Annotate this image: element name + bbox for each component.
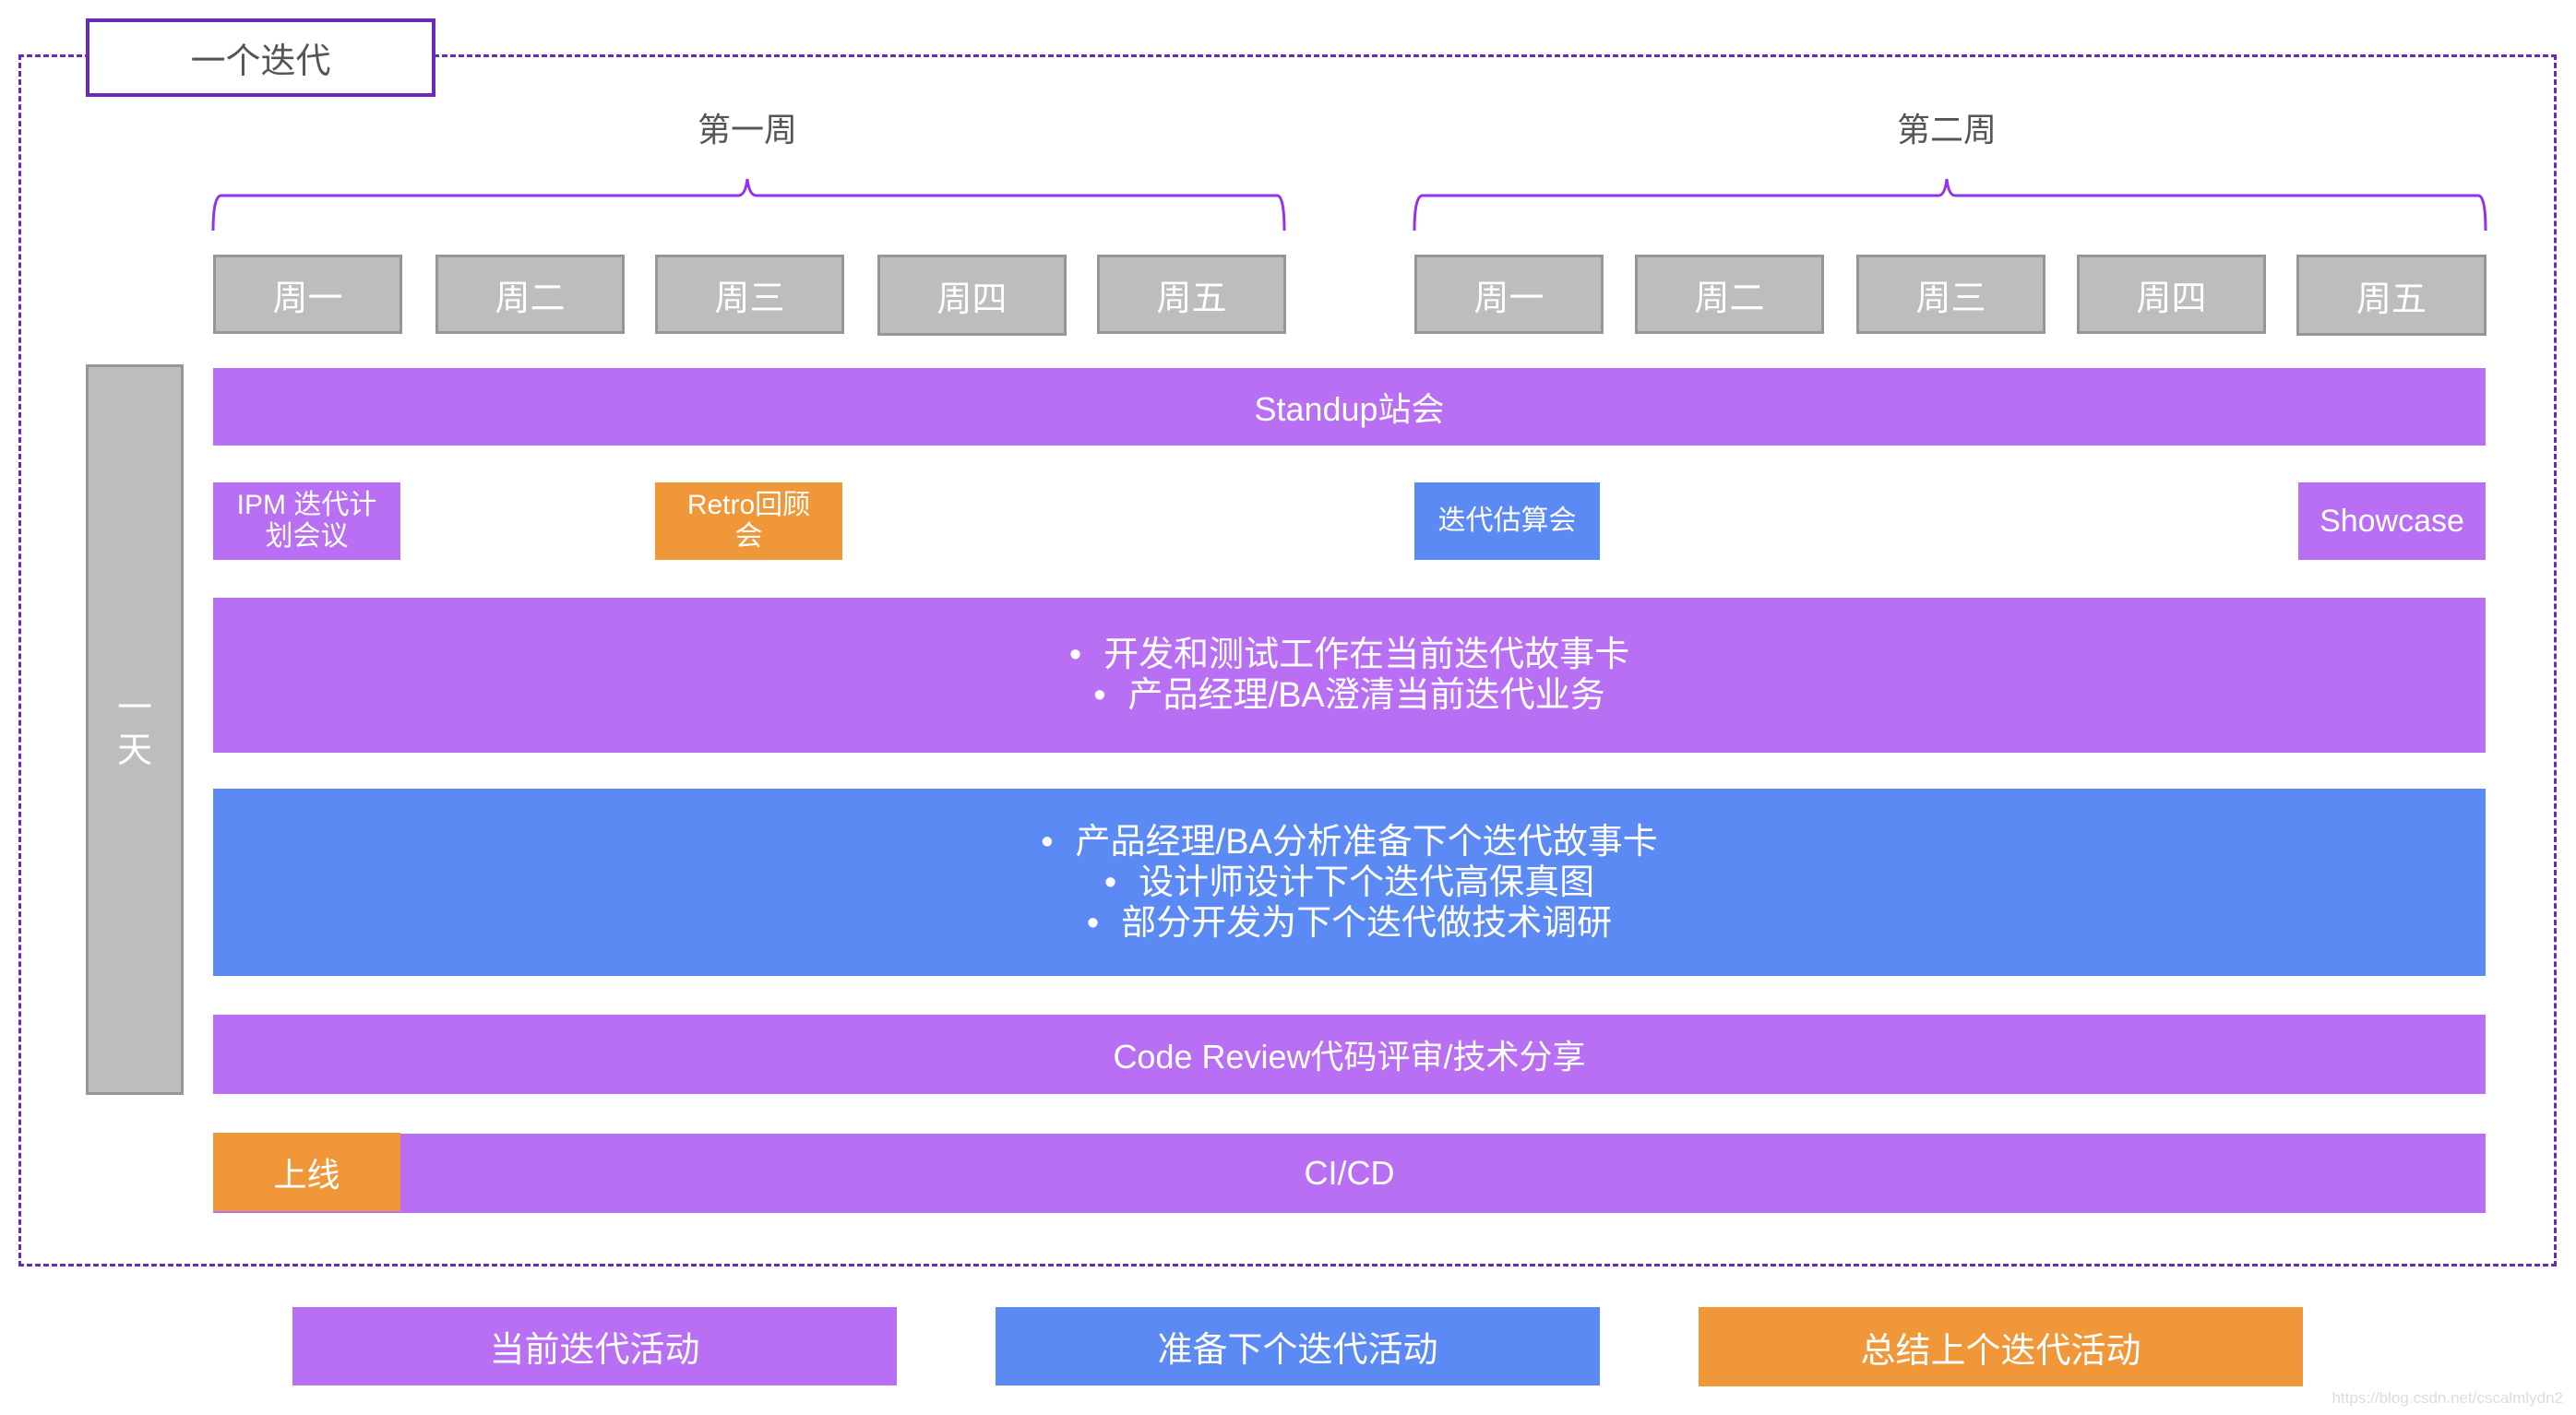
one-day-label: 一 天: [86, 364, 184, 1095]
week-braces: [211, 178, 2487, 232]
showcase-meeting: Showcase: [2298, 482, 2486, 560]
next-prep-item: 产品经理/BA分析准备下个迭代故事卡: [1041, 822, 1658, 862]
standup-band: Standup站会: [213, 368, 2486, 446]
current-work-band: 开发和测试工作在当前迭代故事卡 产品经理/BA澄清当前迭代业务: [213, 598, 2486, 753]
day-w2-wed: 周三: [1856, 255, 2045, 334]
next-prep-band: 产品经理/BA分析准备下个迭代故事卡 设计师设计下个迭代高保真图 部分开发为下个…: [213, 789, 2486, 976]
legend-next: 准备下个迭代活动: [996, 1307, 1600, 1385]
ipm-meeting: IPM 迭代计划会议: [213, 482, 400, 560]
current-work-item: 产品经理/BA澄清当前迭代业务: [1093, 675, 1605, 716]
legend-current: 当前迭代活动: [292, 1307, 897, 1385]
day-w1-tue: 周二: [435, 255, 625, 334]
day-w2-tue: 周二: [1635, 255, 1824, 334]
code-review-band: Code Review代码评审/技术分享: [213, 1015, 2486, 1094]
day-w1-thu: 周四: [877, 255, 1067, 336]
cicd-band: CI/CD: [213, 1134, 2486, 1213]
next-prep-item: 设计师设计下个迭代高保真图: [1104, 862, 1594, 903]
release-block: 上线: [213, 1133, 400, 1211]
day-w1-wed: 周三: [655, 255, 844, 334]
week-1-brace: [211, 178, 1286, 232]
day-w2-thu: 周四: [2077, 255, 2266, 334]
current-work-item: 开发和测试工作在当前迭代故事卡: [1069, 635, 1629, 675]
week-2-brace: [1413, 178, 2487, 232]
one-day-text: 一 天: [116, 689, 152, 770]
day-w1-fri: 周五: [1097, 255, 1286, 334]
watermark: https://blog.csdn.net/cscalmlydn2: [2332, 1389, 2563, 1407]
estimation-meeting: 迭代估算会: [1414, 482, 1600, 560]
day-w2-mon: 周一: [1414, 255, 1604, 334]
day-w2-fri: 周五: [2296, 255, 2487, 336]
legend-previous: 总结上个迭代活动: [1699, 1307, 2303, 1386]
day-w1-mon: 周一: [213, 255, 402, 334]
retro-meeting: Retro回顾会: [655, 482, 842, 560]
next-prep-item: 部分开发为下个迭代做技术调研: [1087, 903, 1612, 944]
